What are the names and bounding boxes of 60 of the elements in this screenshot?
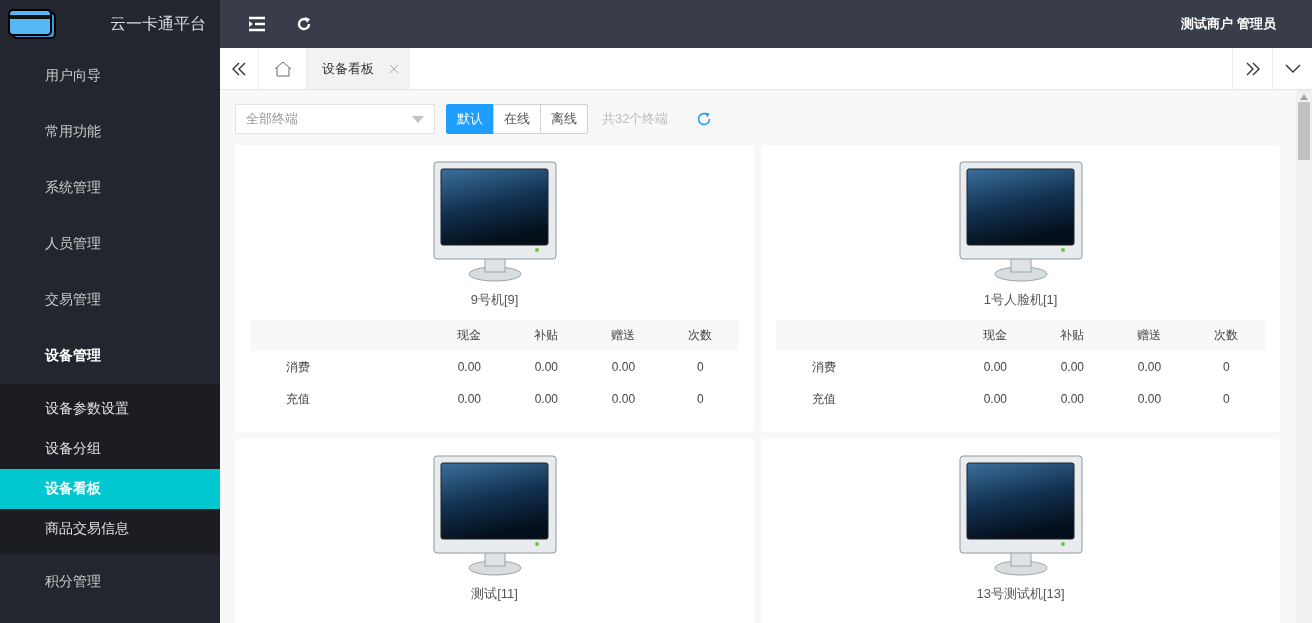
sidebar-item[interactable]: 常用功能: [0, 104, 220, 160]
sidebar-item[interactable]: 人员管理: [0, 216, 220, 272]
table-cell-text: 0.00: [1136, 391, 1163, 408]
table-cell-text: 0.00: [610, 391, 637, 408]
tab-label: 设备看板: [322, 59, 374, 78]
column-header: 次数: [1187, 320, 1265, 351]
home-icon[interactable]: [273, 60, 292, 77]
table-cell-text: 0.00: [1059, 391, 1086, 408]
user-name[interactable]: 测试商户 管理员: [1181, 15, 1276, 33]
table-cell-text: 0.00: [982, 391, 1008, 408]
table-cell-text: 0: [696, 391, 705, 408]
row-label: 充值: [285, 390, 311, 408]
column-header: 赠送: [584, 320, 662, 351]
sidebar-item[interactable]: 用户向导: [0, 48, 220, 104]
table-cell: 0.00: [1110, 351, 1188, 383]
app-title: 云一卡通平台: [110, 13, 206, 34]
dropdown-caret-icon: [412, 115, 424, 123]
column-header: 现金: [430, 320, 508, 351]
table-cell: 0.00: [1033, 351, 1111, 383]
table-cell: 0: [661, 351, 739, 383]
table-cell-text: 0: [1222, 391, 1231, 408]
sidebar-subitem[interactable]: 商品交易信息: [0, 509, 220, 549]
table-cell-text: 0.00: [456, 391, 482, 408]
table-cell: 0.00: [584, 351, 662, 383]
device-name: 9号机[9]: [469, 291, 520, 309]
sidebar-item[interactable]: 交易管理: [0, 272, 220, 328]
table-cell: 0.00: [507, 351, 585, 383]
tab-close-icon[interactable]: [390, 64, 398, 73]
filter-button[interactable]: 在线: [493, 104, 541, 134]
terminal-count: 共32个终端: [602, 110, 669, 128]
device-name: 13号测试机[13]: [975, 585, 1066, 603]
row-label: 充值: [811, 390, 837, 408]
page-tab[interactable]: 设备看板: [307, 48, 410, 89]
sidebar-subitem[interactable]: 设备分组: [0, 429, 220, 469]
table-cell: 0.00: [956, 351, 1034, 383]
column-header: 赠送: [1110, 320, 1188, 351]
refresh-icon[interactable]: [296, 16, 312, 32]
card-logo-icon: [8, 9, 56, 39]
menu-collapse-icon[interactable]: [248, 16, 266, 32]
column-header: 次数: [661, 320, 739, 351]
double-right-chevron-icon[interactable]: [1245, 61, 1260, 76]
sidebar-subitem[interactable]: 设备参数设置: [0, 389, 220, 429]
device-name: 1号人脸机[1]: [982, 291, 1059, 309]
column-header: 现金: [956, 320, 1034, 351]
column-header: 补贴: [507, 320, 585, 351]
table-cell: 0.00: [430, 351, 508, 383]
double-left-chevron-icon[interactable]: [232, 61, 246, 76]
table-cell-text: 0.00: [533, 391, 560, 408]
scroll-up-arrow-icon[interactable]: [1300, 94, 1308, 100]
chevron-down-icon[interactable]: [1284, 63, 1301, 74]
row-label: 消费: [250, 351, 431, 383]
table-cell: 0: [1187, 351, 1265, 383]
filter-button[interactable]: 离线: [540, 104, 588, 134]
scrollbar-thumb[interactable]: [1298, 102, 1310, 160]
row-label: 消费: [776, 351, 957, 383]
device-name: 测试[11]: [470, 585, 519, 603]
column-header: 补贴: [1033, 320, 1111, 351]
sidebar-item[interactable]: 设备管理: [0, 328, 220, 384]
sidebar-item[interactable]: 积分管理: [0, 554, 220, 610]
sidebar-item[interactable]: 系统管理: [0, 160, 220, 216]
